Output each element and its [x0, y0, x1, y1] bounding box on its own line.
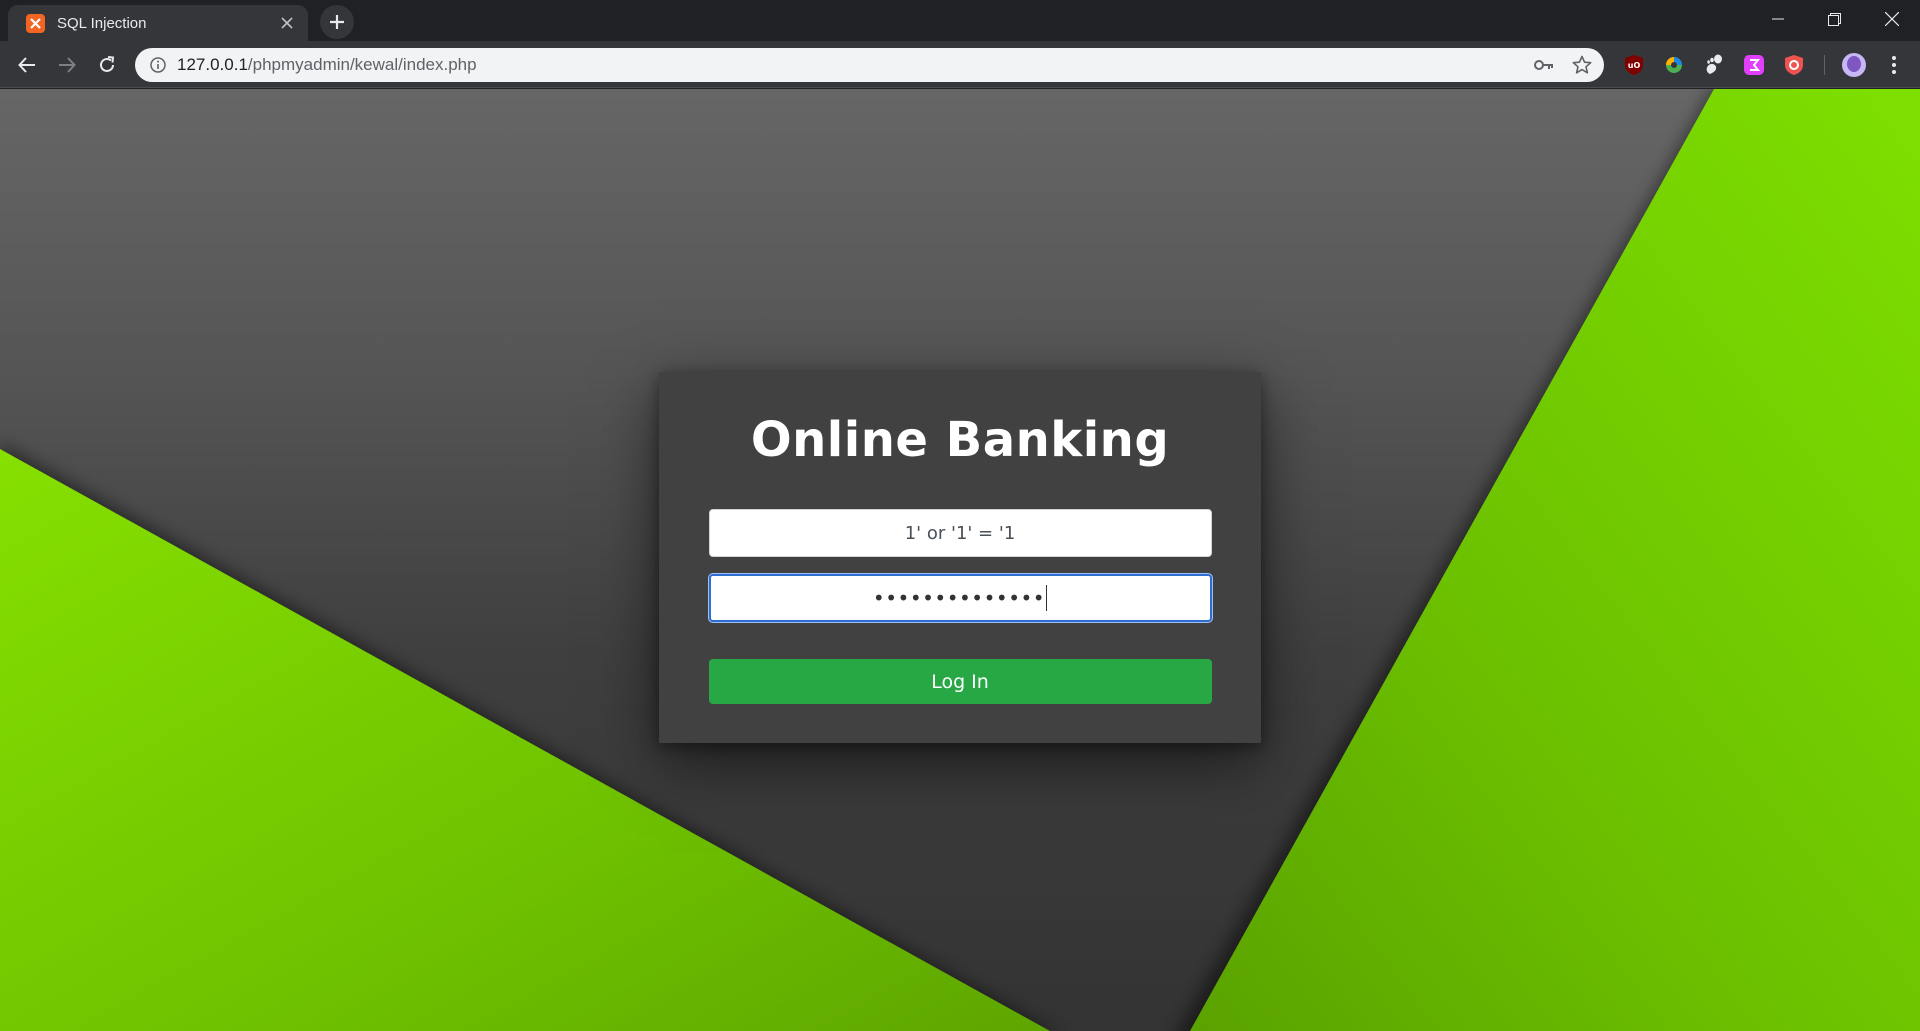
- close-icon: [1884, 12, 1899, 26]
- arrow-right-icon: [59, 57, 76, 73]
- xampp-icon: [26, 13, 45, 33]
- back-button[interactable]: [11, 49, 43, 81]
- reload-button[interactable]: [91, 49, 123, 81]
- svg-text:uO: uO: [1628, 61, 1641, 70]
- text-caret: [1046, 585, 1048, 611]
- color-picker-icon[interactable]: [1662, 53, 1686, 77]
- ublock-origin-icon[interactable]: uO: [1622, 53, 1646, 77]
- privacy-badger-icon[interactable]: [1782, 53, 1806, 77]
- restore-icon: [1828, 12, 1841, 26]
- page-viewport: Online Banking 1' or '1' = '1 ••••••••••…: [0, 89, 1920, 1031]
- forward-button[interactable]: [51, 49, 83, 81]
- minimize-icon: [1771, 18, 1784, 20]
- profile-avatar-icon[interactable]: [1840, 51, 1868, 79]
- info-icon[interactable]: [149, 56, 167, 74]
- key-icon[interactable]: [1528, 49, 1560, 81]
- address-bar[interactable]: 127.0.0.1/phpmyadmin/kewal/index.php: [135, 48, 1604, 82]
- gnome-icon[interactable]: [1702, 53, 1726, 77]
- username-value: 1' or '1' = '1: [904, 522, 1016, 544]
- toolbar-divider: [1824, 55, 1825, 75]
- arrow-left-icon: [18, 57, 35, 73]
- star-icon[interactable]: [1566, 49, 1598, 81]
- username-input[interactable]: 1' or '1' = '1: [708, 509, 1212, 557]
- close-window-button[interactable]: [1863, 0, 1920, 38]
- browser-tab-bar: SQL Injection: [0, 0, 1920, 41]
- password-value: ••••••••••••••: [872, 586, 1046, 610]
- new-tab-button[interactable]: [320, 5, 354, 39]
- minimize-button[interactable]: [1749, 0, 1806, 38]
- restore-button[interactable]: [1806, 0, 1863, 38]
- menu-icon[interactable]: [1882, 53, 1906, 77]
- figma-icon[interactable]: [1742, 53, 1766, 77]
- tab-title: SQL Injection: [57, 14, 147, 32]
- url-text: 127.0.0.1/phpmyadmin/kewal/index.php: [177, 55, 1528, 75]
- plus-icon: [330, 15, 344, 29]
- login-card: Online Banking 1' or '1' = '1 ••••••••••…: [659, 372, 1261, 743]
- browser-tab[interactable]: SQL Injection: [8, 5, 308, 41]
- close-tab-icon[interactable]: [276, 12, 298, 34]
- login-button[interactable]: Log In: [708, 659, 1212, 704]
- url-path: /phpmyadmin/kewal/index.php: [247, 55, 477, 74]
- password-input[interactable]: ••••••••••••••: [708, 574, 1212, 622]
- page-title: Online Banking: [750, 412, 1170, 468]
- url-host: 127.0.0.1: [177, 55, 248, 74]
- reload-icon: [100, 56, 115, 72]
- browser-toolbar: 127.0.0.1/phpmyadmin/kewal/index.php uO: [0, 41, 1920, 88]
